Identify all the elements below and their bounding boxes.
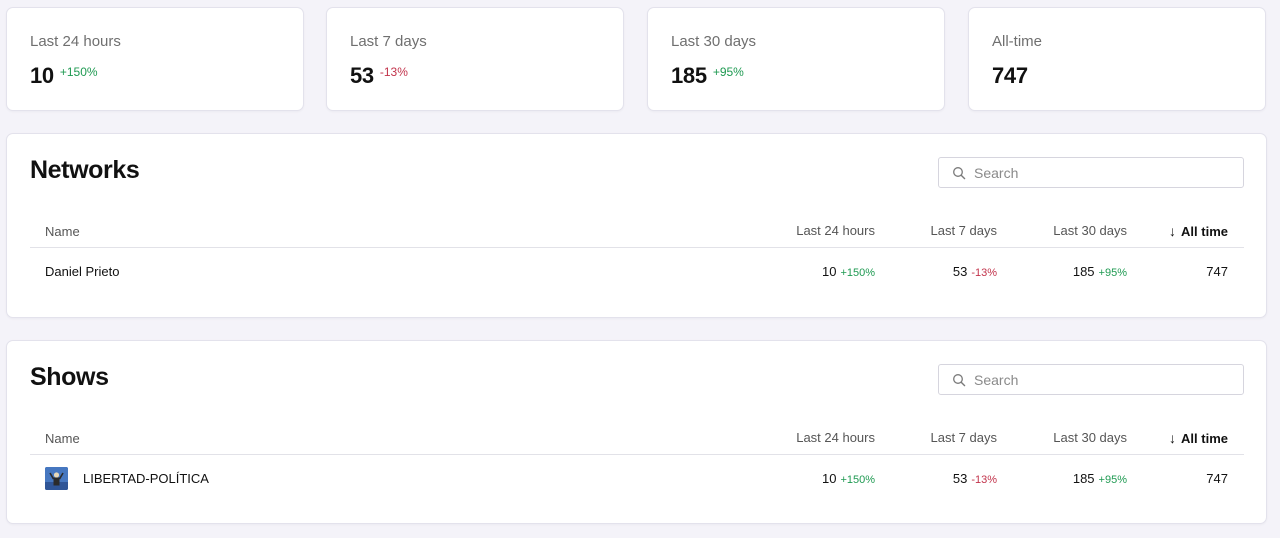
stat-value: 185 [671, 63, 707, 88]
cell-last-7-days: 53 -13% [953, 264, 997, 279]
table-row[interactable]: LIBERTAD-POLÍTICA 10 +150% 53 -13% 185 +… [30, 456, 1244, 502]
table-header: Name Last 24 hours Last 7 days Last 30 d… [30, 421, 1244, 455]
cell-change: +150% [840, 267, 875, 279]
search-input[interactable] [974, 164, 1234, 181]
stat-label: Last 24 hours [30, 33, 121, 50]
cell-change: -13% [971, 267, 997, 279]
cell-value: 10 [821, 471, 837, 486]
networks-search[interactable] [938, 157, 1244, 188]
row-name[interactable]: Daniel Prieto [45, 264, 119, 279]
cell-value: 10 [821, 264, 837, 279]
column-header-all-time[interactable]: ↓ All time [1169, 430, 1228, 446]
shows-section: Shows Name Last 24 hours Last 7 days Las… [6, 340, 1267, 524]
cell-last-24-hours: 10 +150% [822, 471, 875, 486]
cell-change: +150% [840, 474, 875, 486]
column-header-last-24-hours[interactable]: Last 24 hours [796, 223, 875, 238]
stat-label: Last 7 days [350, 33, 427, 50]
cell-value: 185 [1072, 264, 1095, 279]
column-header-label: All time [1181, 430, 1228, 446]
stat-label: All-time [992, 33, 1043, 50]
search-input[interactable] [974, 371, 1234, 388]
stat-change: +150% [59, 65, 98, 79]
table-row[interactable]: Daniel Prieto 10 +150% 53 -13% 185 +95% … [30, 249, 1244, 295]
stat-label: Last 30 days [671, 33, 757, 50]
search-icon [952, 166, 966, 180]
sort-down-arrow-icon: ↓ [1169, 430, 1177, 446]
column-header-name[interactable]: Name [45, 431, 80, 446]
stat-value: 53 [350, 63, 374, 88]
sort-down-arrow-icon: ↓ [1169, 223, 1177, 239]
row-name-cell[interactable]: LIBERTAD-POLÍTICA [45, 467, 209, 490]
search-icon [952, 373, 966, 387]
column-header-last-30-days[interactable]: Last 30 days [1053, 430, 1127, 445]
stat-card-last-7-days: Last 7 days 53 -13% [326, 7, 624, 111]
column-header-all-time[interactable]: ↓ All time [1169, 223, 1228, 239]
cell-value: 185 [1072, 471, 1095, 486]
column-header-last-24-hours[interactable]: Last 24 hours [796, 430, 875, 445]
stat-card-all-time: All-time 747 [968, 7, 1266, 111]
cell-all-time: 747 [1206, 264, 1228, 279]
cell-value: 53 [952, 471, 968, 486]
cell-last-30-days: 185 +95% [1073, 471, 1127, 486]
cell-change: -13% [971, 474, 997, 486]
stat-value: 747 [992, 63, 1028, 88]
column-header-last-7-days[interactable]: Last 7 days [931, 223, 998, 238]
cell-last-30-days: 185 +95% [1073, 264, 1127, 279]
cell-all-time: 747 [1206, 471, 1228, 486]
column-header-name[interactable]: Name [45, 224, 80, 239]
show-cover-image [45, 467, 68, 490]
table-header: Name Last 24 hours Last 7 days Last 30 d… [30, 214, 1244, 248]
stat-card-last-24-hours: Last 24 hours 10 +150% [6, 7, 304, 111]
stat-value: 10 [30, 63, 54, 88]
cell-change: +95% [1098, 474, 1127, 486]
column-header-last-30-days[interactable]: Last 30 days [1053, 223, 1127, 238]
stat-change: +95% [712, 65, 744, 79]
column-header-last-7-days[interactable]: Last 7 days [931, 430, 998, 445]
shows-search[interactable] [938, 364, 1244, 395]
cell-change: +95% [1098, 267, 1127, 279]
cell-last-7-days: 53 -13% [953, 471, 997, 486]
section-title: Shows [30, 363, 109, 391]
cell-value: 53 [952, 264, 968, 279]
networks-section: Networks Name Last 24 hours Last 7 days … [6, 133, 1267, 318]
section-title: Networks [30, 156, 140, 184]
row-name[interactable]: LIBERTAD-POLÍTICA [83, 471, 209, 486]
cell-last-24-hours: 10 +150% [822, 264, 875, 279]
stat-card-last-30-days: Last 30 days 185 +95% [647, 7, 945, 111]
column-header-label: All time [1181, 223, 1228, 239]
stat-change: -13% [379, 65, 408, 79]
